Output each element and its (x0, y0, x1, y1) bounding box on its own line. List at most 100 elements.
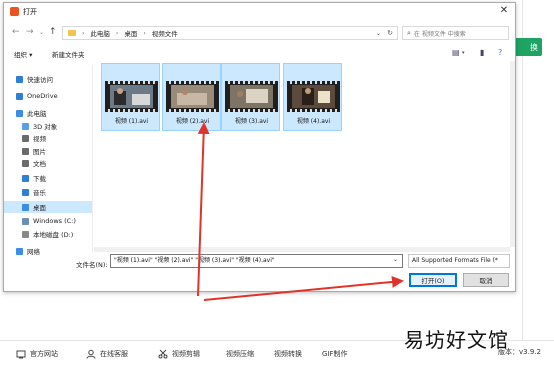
nav-item-label: OneDrive (27, 92, 58, 100)
music-icon (22, 188, 29, 196)
film-strip (105, 81, 158, 84)
nav-item-label: 视频 (33, 135, 46, 143)
nav-item-label: 网络 (27, 248, 40, 256)
video-convert-link[interactable]: 视频转换 (274, 349, 302, 359)
network-icon (16, 247, 23, 255)
horizontal-scrollbar[interactable] (94, 247, 510, 252)
file-item[interactable]: 视频 (1).avi (101, 63, 160, 131)
preview-pane-icon[interactable]: ▮ (480, 48, 484, 57)
drive-icon (22, 217, 29, 225)
chevron-down-icon[interactable]: ⌄ (393, 256, 398, 263)
search-input[interactable]: ⌕ 在 视频文件 中搜索 (402, 26, 509, 40)
chevron-right-icon[interactable]: › (82, 30, 84, 37)
online-service-label: 在线客服 (100, 350, 128, 358)
forward-arrow-icon[interactable]: → (26, 27, 34, 37)
help-icon[interactable]: ? (498, 48, 502, 57)
nav-item-10[interactable]: Windows (C:) (4, 215, 92, 227)
desktop-icon (22, 203, 29, 211)
nav-item-8[interactable]: 音乐 (4, 186, 92, 198)
file-item[interactable]: 视频 (3).avi (221, 63, 280, 131)
open-button[interactable]: 打开(O) (409, 273, 457, 287)
online-service-link[interactable]: 在线客服 (86, 349, 128, 359)
video-edit-label: 视频剪辑 (172, 350, 200, 358)
navigation-pane: 快速访问 OneDrive 此电脑 3D 对象视频图片文档下载音乐桌面 Windows … (4, 65, 93, 256)
official-site-link[interactable]: 官方网站 (16, 349, 58, 359)
dialog-title: 打开 (23, 8, 37, 16)
video-icon (22, 134, 29, 142)
film-strip (225, 81, 278, 84)
back-arrow-icon[interactable]: ← (12, 27, 20, 37)
view-options-icon[interactable]: ▤ (452, 48, 460, 57)
watermark-text: 易坊好文馆 (404, 328, 509, 352)
star-icon (16, 75, 23, 83)
nav-item-7[interactable]: 下载 (4, 172, 92, 184)
nav-item-2[interactable]: 此电脑 (4, 107, 92, 119)
nav-item-label: 3D 对象 (33, 123, 58, 131)
nav-item-6[interactable]: 文档 (4, 157, 92, 169)
film-strip (287, 109, 340, 112)
file-name: 视频 (2).avi (175, 118, 210, 125)
video-convert-label: 视频转换 (274, 350, 302, 358)
nav-item-label: 此电脑 (27, 110, 47, 118)
home-icon (16, 349, 26, 359)
video-compress-label: 视频压缩 (226, 350, 254, 358)
breadcrumb-video-folder[interactable]: 视频文件 (152, 28, 178, 38)
drive-icon (22, 230, 29, 238)
film-strip (166, 109, 219, 112)
thumbnail-image (110, 85, 153, 108)
computer-icon (16, 109, 23, 117)
video-compress-link[interactable]: 视频压缩 (226, 349, 254, 359)
document-icon (22, 159, 29, 167)
organize-button[interactable]: 组织 ▾ (14, 49, 32, 59)
nav-item-5[interactable]: 图片 (4, 145, 92, 157)
nav-item-0[interactable]: 快速访问 (4, 73, 92, 85)
nav-item-label: Windows (C:) (33, 217, 76, 225)
filename-input[interactable]: "视频 (1).avi" "视频 (2).avi" "视频 (3).avi" "… (110, 254, 403, 268)
video-thumbnail (287, 81, 340, 112)
video-edit-link[interactable]: 视频剪辑 (158, 349, 200, 359)
nav-item-3[interactable]: 3D 对象 (4, 120, 92, 132)
cloud-icon (16, 92, 23, 100)
nav-item-4[interactable]: 视频 (4, 132, 92, 144)
chevron-down-icon[interactable]: ⌄ (376, 30, 381, 37)
gif-make-link[interactable]: GIF制作 (322, 349, 348, 359)
close-icon[interactable]: ✕ (498, 5, 510, 17)
breadcrumb-desktop[interactable]: 桌面 (124, 28, 137, 38)
nav-item-label: 文档 (33, 160, 46, 168)
address-bar[interactable]: › 此电脑 › 桌面 › 视频文件 ⌄ ↻ (62, 26, 398, 40)
open-file-dialog: 打开 ✕ ← → ⌄ ↑ › 此电脑 › 桌面 › 视频文件 ⌄ ↻ ⌕ 在 视… (3, 2, 516, 292)
file-item[interactable]: 视频 (2).avi (162, 63, 221, 131)
chevron-right-icon[interactable]: › (116, 30, 118, 37)
nav-item-1[interactable]: OneDrive (4, 90, 92, 102)
thumbnail-image (292, 85, 335, 108)
cancel-button[interactable]: 取消 (463, 273, 509, 287)
thumbnail-image (171, 85, 214, 108)
recent-dropdown-icon[interactable]: ⌄ (39, 28, 44, 38)
nav-item-9[interactable]: 桌面 (4, 201, 92, 213)
dialog-toolbar: 组织 ▾ 新建文件夹 ▤ ▾ ▮ ? (4, 45, 515, 61)
video-thumbnail (105, 81, 158, 112)
vertical-scrollbar[interactable] (510, 61, 515, 247)
nav-item-label: 下载 (33, 175, 46, 183)
new-folder-button[interactable]: 新建文件夹 (52, 49, 85, 59)
nav-item-label: 图片 (33, 148, 46, 156)
folder-icon (68, 30, 76, 36)
up-arrow-icon[interactable]: ↑ (49, 27, 57, 37)
file-item[interactable]: 视频 (4).avi (283, 63, 342, 131)
chevron-right-icon[interactable]: › (143, 30, 145, 37)
video-thumbnail (225, 81, 278, 112)
nav-item-label: 音乐 (33, 189, 46, 197)
film-strip (166, 81, 219, 84)
gif-make-label: GIF制作 (322, 350, 348, 358)
app-logo-icon (10, 7, 19, 16)
nav-item-11[interactable]: 本地磁盘 (D:) (4, 228, 92, 240)
user-icon (86, 349, 96, 359)
refresh-icon[interactable]: ↻ (387, 29, 393, 37)
film-strip (225, 109, 278, 112)
film-strip (105, 109, 158, 112)
nav-item-12[interactable]: 网络 (4, 245, 92, 257)
film-strip (287, 81, 340, 84)
breadcrumb-this-pc[interactable]: 此电脑 (90, 28, 110, 38)
filetype-select[interactable]: All Supported Formats File (* (408, 254, 510, 268)
chevron-down-icon[interactable]: ▾ (462, 50, 465, 56)
